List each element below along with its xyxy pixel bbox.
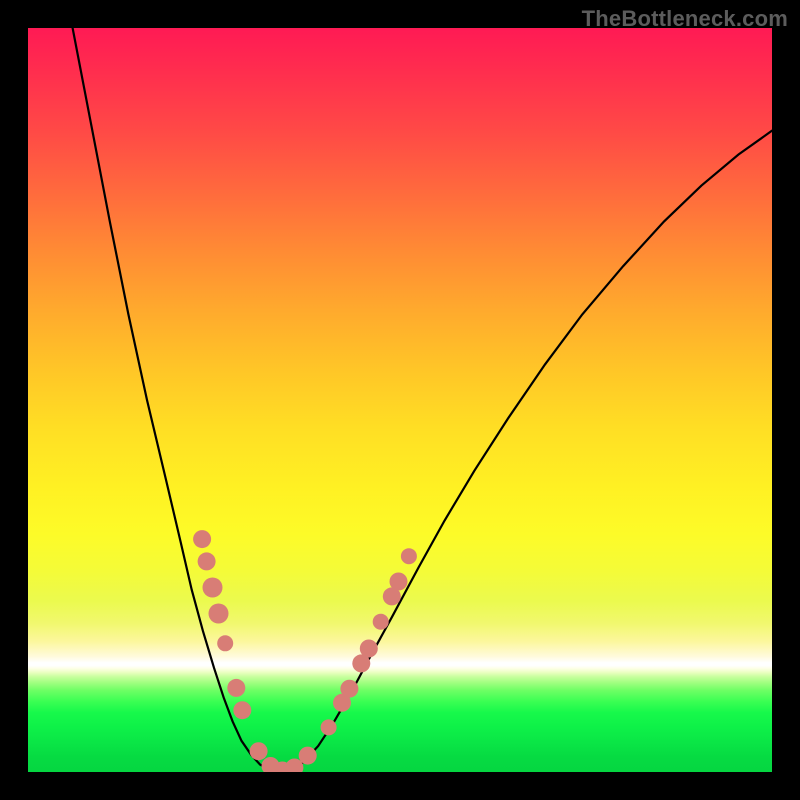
data-marker xyxy=(373,614,389,630)
marker-group xyxy=(193,530,417,772)
data-marker xyxy=(217,635,233,651)
data-marker xyxy=(233,701,251,719)
data-marker xyxy=(299,747,317,765)
data-marker xyxy=(193,530,211,548)
data-marker xyxy=(227,679,245,697)
data-marker xyxy=(250,742,268,760)
data-marker xyxy=(340,680,358,698)
curve-layer xyxy=(28,28,772,772)
data-marker xyxy=(209,604,229,624)
data-marker xyxy=(198,552,216,570)
data-marker xyxy=(321,719,337,735)
plot-area xyxy=(28,28,772,772)
data-marker xyxy=(390,573,408,591)
bottleneck-curve xyxy=(73,28,772,772)
chart-frame: TheBottleneck.com xyxy=(0,0,800,800)
data-marker xyxy=(401,548,417,564)
data-marker xyxy=(360,640,378,658)
data-marker xyxy=(203,578,223,598)
